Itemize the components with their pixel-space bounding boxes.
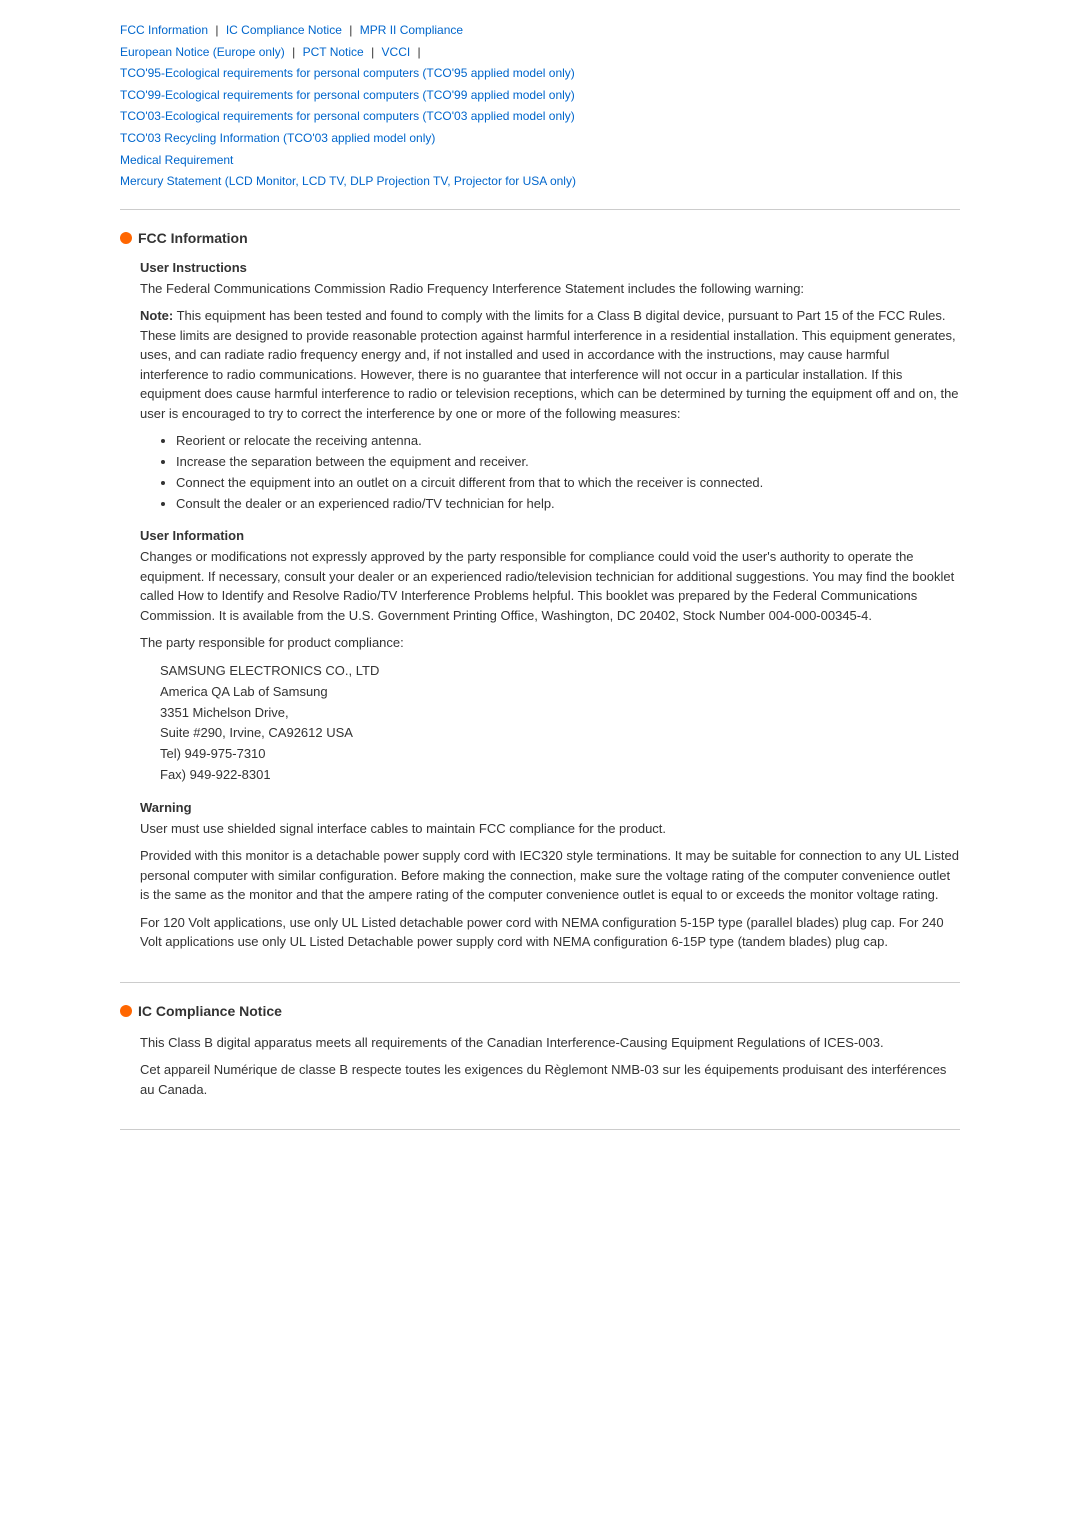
measures-list: Reorient or relocate the receiving anten… xyxy=(140,431,960,514)
middle-divider xyxy=(120,982,960,983)
note-text: This equipment has been tested and found… xyxy=(140,308,959,421)
address-line-4: Tel) 949-975-7310 xyxy=(160,744,960,765)
address-line-2: 3351 Michelson Drive, xyxy=(160,703,960,724)
nav-link-ic[interactable]: IC Compliance Notice xyxy=(226,23,342,37)
nav-link-vcci[interactable]: VCCI xyxy=(382,45,411,59)
user-instructions-note: Note: This equipment has been tested and… xyxy=(140,306,960,423)
measure-item-2: Increase the separation between the equi… xyxy=(176,452,960,473)
warning-para2: Provided with this monitor is a detachab… xyxy=(140,846,960,905)
nav-link-fcc[interactable]: FCC Information xyxy=(120,23,208,37)
user-information-para1: Changes or modifications not expressly a… xyxy=(140,547,960,625)
nav-link-tco03r[interactable]: TCO'03 Recycling Information (TCO'03 app… xyxy=(120,131,435,145)
measure-item-1: Reorient or relocate the receiving anten… xyxy=(176,431,960,452)
nav-link-tco95[interactable]: TCO'95-Ecological requirements for perso… xyxy=(120,66,575,80)
user-instructions-subsection: User Instructions The Federal Communicat… xyxy=(120,260,960,515)
ic-bullet-icon xyxy=(120,1005,132,1017)
nav-link-medical[interactable]: Medical Requirement xyxy=(120,153,233,167)
warning-para3: For 120 Volt applications, use only UL L… xyxy=(140,913,960,952)
nav-link-eu[interactable]: European Notice (Europe only) xyxy=(120,45,285,59)
user-instructions-title: User Instructions xyxy=(140,260,960,275)
warning-title: Warning xyxy=(140,800,960,815)
address-line-5: Fax) 949-922-8301 xyxy=(160,765,960,786)
fcc-section: FCC Information User Instructions The Fe… xyxy=(120,230,960,952)
ic-section-header: IC Compliance Notice xyxy=(120,1003,960,1019)
address-line-1: America QA Lab of Samsung xyxy=(160,682,960,703)
nav-links: FCC Information | IC Compliance Notice |… xyxy=(120,20,960,193)
fcc-bullet-icon xyxy=(120,232,132,244)
note-bold: Note: xyxy=(140,308,173,323)
address-line-3: Suite #290, Irvine, CA92612 USA xyxy=(160,723,960,744)
measure-item-3: Connect the equipment into an outlet on … xyxy=(176,473,960,494)
address-line-0: SAMSUNG ELECTRONICS CO., LTD xyxy=(160,661,960,682)
user-information-title: User Information xyxy=(140,528,960,543)
nav-link-pct[interactable]: PCT Notice xyxy=(303,45,364,59)
user-information-subsection: User Information Changes or modification… xyxy=(120,528,960,785)
ic-section: IC Compliance Notice This Class B digita… xyxy=(120,1003,960,1100)
nav-link-mpr[interactable]: MPR II Compliance xyxy=(360,23,463,37)
nav-link-tco03[interactable]: TCO'03-Ecological requirements for perso… xyxy=(120,109,575,123)
address-block: SAMSUNG ELECTRONICS CO., LTD America QA … xyxy=(140,661,960,786)
warning-para1: User must use shielded signal interface … xyxy=(140,819,960,839)
user-information-para2: The party responsible for product compli… xyxy=(140,633,960,653)
ic-content: This Class B digital apparatus meets all… xyxy=(120,1033,960,1100)
fcc-section-title: FCC Information xyxy=(138,230,248,246)
page-container: FCC Information | IC Compliance Notice |… xyxy=(90,0,990,1170)
fcc-section-header: FCC Information xyxy=(120,230,960,246)
warning-subsection: Warning User must use shielded signal in… xyxy=(120,800,960,952)
measure-item-4: Consult the dealer or an experienced rad… xyxy=(176,494,960,515)
nav-link-mercury[interactable]: Mercury Statement (LCD Monitor, LCD TV, … xyxy=(120,174,576,188)
ic-para1: This Class B digital apparatus meets all… xyxy=(140,1033,960,1053)
top-divider xyxy=(120,209,960,210)
user-instructions-intro: The Federal Communications Commission Ra… xyxy=(140,279,960,299)
ic-para2: Cet appareil Numérique de classe B respe… xyxy=(140,1060,960,1099)
ic-section-title: IC Compliance Notice xyxy=(138,1003,282,1019)
bottom-divider xyxy=(120,1129,960,1130)
nav-link-tco99[interactable]: TCO'99-Ecological requirements for perso… xyxy=(120,88,575,102)
